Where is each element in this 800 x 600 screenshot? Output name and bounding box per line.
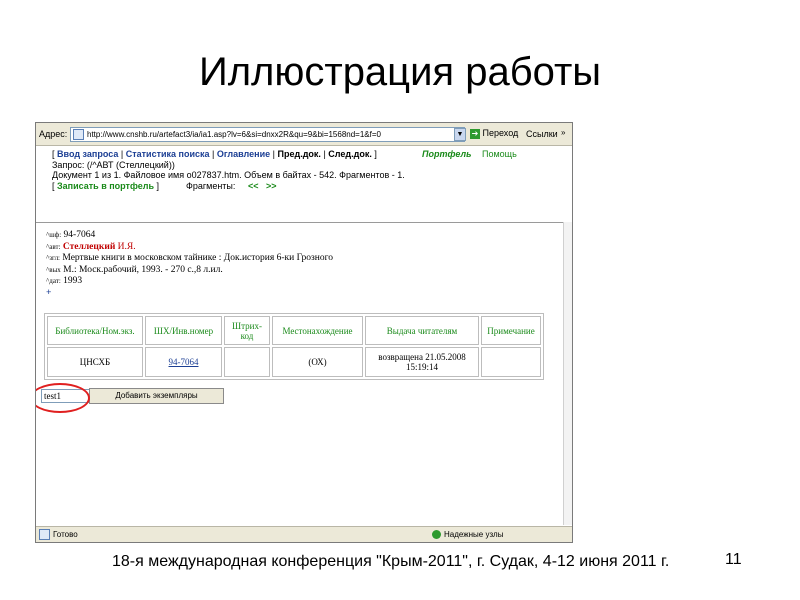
field-value: 1993 <box>63 276 83 286</box>
issue-status-cell: возвращена 21.05.2008 15:19:14 <box>365 347 479 377</box>
shelf-field: ^шф: 94-7064 <box>46 230 566 242</box>
page-icon <box>73 129 84 141</box>
address-label: Адрес: <box>39 129 68 139</box>
browser-screenshot: Адрес: http://www.cnshb.ru/artefact3/ia/… <box>35 122 573 543</box>
barcode-cell <box>224 347 270 377</box>
fragments-label: Фрагменты: <box>186 181 236 191</box>
save-to-portfolio-link[interactable]: Записать в портфель <box>57 181 154 191</box>
library-cell: ЦНСХБ <box>47 347 143 377</box>
bracket-open: [ <box>52 181 55 191</box>
query-input-link[interactable]: Ввод запроса <box>57 149 118 159</box>
column-header: Штрих-код <box>224 316 270 345</box>
author-field: ^авт: Стеллецкий И.Я. <box>46 242 566 254</box>
slide-page-number: 11 <box>725 551 742 568</box>
help-link[interactable]: Помощь <box>482 149 517 160</box>
document-info: Документ 1 из 1. Файловое имя o027837.ht… <box>52 170 405 180</box>
note-cell <box>481 347 541 377</box>
url-dropdown-icon[interactable]: ▼ <box>454 128 466 141</box>
bracket-close: ] <box>156 181 160 191</box>
field-value: М.: Моск.рабочий, 1993. - 270 с.,8 л.ил. <box>63 264 223 275</box>
author-surname: Стеллецкий <box>62 241 116 252</box>
bracket-close: ] <box>374 149 377 159</box>
contents-link[interactable]: Оглавление <box>217 149 270 159</box>
status-bar: Готово Надежные узлы <box>36 526 572 542</box>
nav-separator: | <box>212 149 215 159</box>
author-initials: И.Я. <box>117 241 136 252</box>
date-field: ^дат: 1993 <box>46 276 566 288</box>
column-header: Примечание <box>481 316 541 345</box>
fragment-arrows: << >> <box>248 181 277 192</box>
status-done: Готово <box>36 527 78 542</box>
search-navigation: [ Ввод запроса | Статистика поиска | Огл… <box>36 146 572 223</box>
shelf-number-link[interactable]: 94-7064 <box>169 357 199 367</box>
shelf-cell: 94-7064 <box>145 347 222 377</box>
go-label: Переход <box>482 128 519 138</box>
prev-doc-link[interactable]: Пред.док. <box>278 149 321 159</box>
status-zone: Надежные узлы <box>432 527 503 542</box>
go-arrow-icon: ➔ <box>470 128 480 139</box>
column-header: ШХ/Инв.номер <box>145 316 222 345</box>
page-icon <box>39 529 50 541</box>
nav-links-row: [ Ввод запроса | Статистика поиска | Огл… <box>52 149 377 160</box>
links-chevron-icon[interactable]: » <box>561 128 565 137</box>
field-tag: ^авт: <box>46 242 61 251</box>
trusted-zone-icon <box>432 530 441 540</box>
nav-separator: | <box>272 149 275 159</box>
nav-separator: | <box>120 149 124 159</box>
fragment-next-link[interactable]: >> <box>266 181 277 191</box>
column-header: Местонахождение <box>272 316 363 345</box>
field-tag: ^згл: <box>46 254 61 262</box>
url-text: http://www.cnshb.ru/artefact3/ia/ia1.asp… <box>87 130 381 139</box>
field-tag: ^дат: <box>46 277 61 285</box>
links-button[interactable]: Ссылки <box>526 129 558 139</box>
column-header: Выдача читателям <box>365 316 479 345</box>
next-doc-link[interactable]: След.док. <box>328 149 372 159</box>
imprint-field: ^вых М.: Моск.рабочий, 1993. - 270 с.,8 … <box>46 265 566 277</box>
fragment-prev-link[interactable]: << <box>248 181 259 191</box>
field-tag: ^шф: <box>46 231 62 239</box>
vertical-scrollbar[interactable] <box>563 222 572 525</box>
bibliographic-record: ^шф: 94-7064 ^авт: Стеллецкий И.Я. ^згл:… <box>46 230 566 299</box>
slide-footer: 18-я международная конференция "Крым-201… <box>112 553 670 570</box>
save-row: [ Записать в портфель ] <box>52 181 159 192</box>
holdings-table: Библиотека/Ном.экз. ШХ/Инв.номер Штрих-к… <box>44 313 544 380</box>
slide-title: Иллюстрация работы <box>198 50 602 94</box>
go-button[interactable]: ➔ Переход <box>470 128 520 140</box>
add-copies-button[interactable]: Добавить экземпляры <box>89 388 224 404</box>
title-field: ^згл: Мертвые книги в московском тайнике… <box>46 253 566 265</box>
table-header-row: Библиотека/Ном.экз. ШХ/Инв.номер Штрих-к… <box>47 316 541 345</box>
field-tag: ^вых <box>46 265 61 274</box>
field-value: 94-7064 <box>63 230 96 240</box>
nav-separator: | <box>323 149 326 159</box>
field-value: Мертвые книги в московском тайнике : Док… <box>62 253 333 263</box>
bracket-open: [ <box>52 149 55 159</box>
search-stats-link[interactable]: Статистика поиска <box>126 149 210 159</box>
status-done-text: Готово <box>53 530 78 539</box>
expand-plus-icon[interactable]: + <box>46 288 566 300</box>
url-field[interactable]: http://www.cnshb.ru/artefact3/ia/ia1.asp… <box>70 127 465 142</box>
address-bar: Адрес: http://www.cnshb.ru/artefact3/ia/… <box>36 123 572 146</box>
table-row: ЦНСХБ 94-7064 (ОХ) возвращена 21.05.2008… <box>47 347 541 377</box>
highlight-circle <box>36 383 90 413</box>
status-zone-text: Надежные узлы <box>444 530 504 539</box>
location-cell: (ОХ) <box>272 347 363 377</box>
column-header: Библиотека/Ном.экз. <box>47 316 143 345</box>
portfolio-link[interactable]: Портфель <box>422 149 472 160</box>
